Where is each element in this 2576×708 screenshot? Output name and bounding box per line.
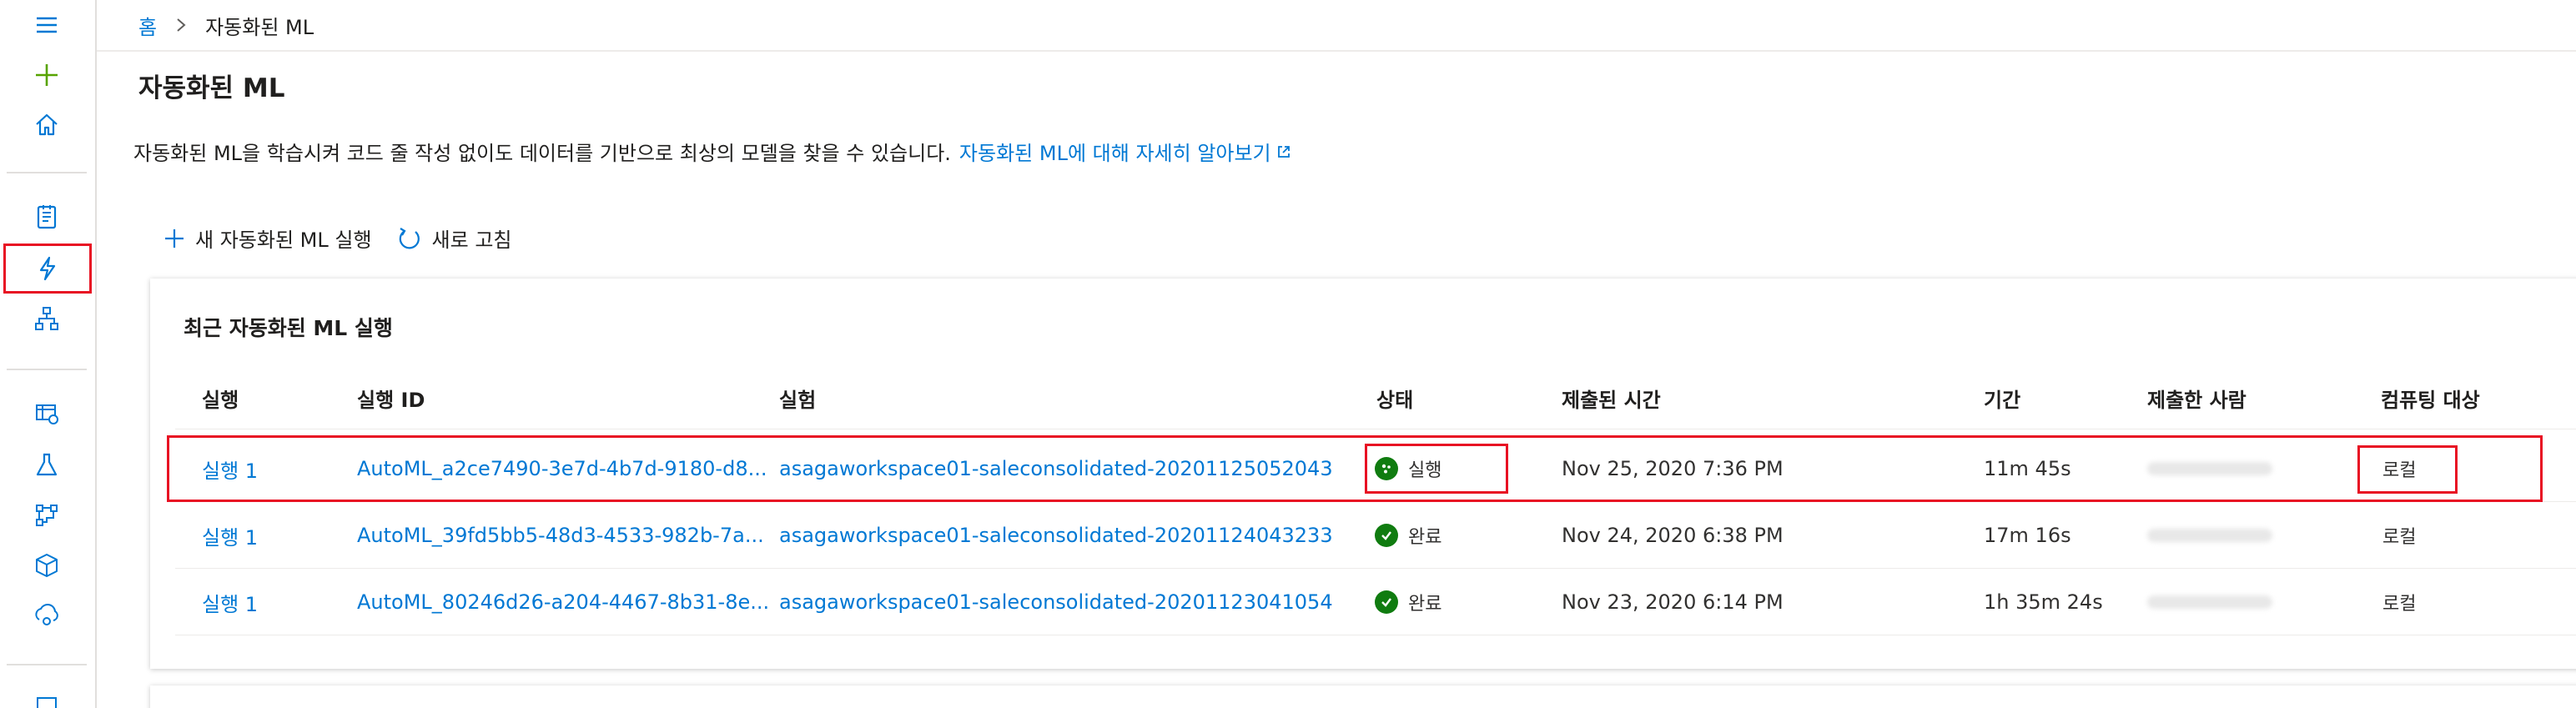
status-label: 완료	[1408, 527, 1442, 548]
column-header-submitted-by[interactable]: 제출한 사람	[2147, 384, 2246, 413]
highlight-box-status	[1365, 444, 1508, 494]
duration: 1h 35m 24s	[1984, 590, 2103, 614]
rail-divider	[7, 664, 87, 665]
breadcrumb: 홈 자동화된 ML	[138, 8, 314, 42]
pipelines-icon[interactable]	[0, 490, 93, 540]
datasets-icon[interactable]	[0, 389, 93, 439]
column-header-duration[interactable]: 기간	[1984, 384, 2020, 413]
chevron-right-icon	[175, 17, 187, 33]
run-id-link[interactable]: AutoML_80246d26-a204-4467-8b31-8e...	[357, 569, 769, 635]
plus-icon	[165, 228, 184, 248]
left-nav-rail	[0, 0, 97, 708]
header-divider	[97, 50, 2576, 52]
table-row: 실행 1 AutoML_39fd5bb5-48d3-4533-982b-7a..…	[150, 502, 2576, 569]
rail-divider	[7, 369, 87, 370]
plus-icon[interactable]	[0, 50, 93, 100]
new-automl-run-button[interactable]: 새 자동화된 ML 실행	[164, 223, 372, 253]
run-name-link[interactable]: 실행 1	[202, 569, 258, 635]
status-badge: 완료	[1375, 589, 1441, 615]
intro-description: 자동화된 ML을 학습시켜 코드 줄 작성 없이도 데이터를 기반으로 최상의 …	[133, 142, 951, 165]
automl-icon[interactable]	[3, 244, 92, 294]
column-header-compute-target[interactable]: 컴퓨팅 대상	[2381, 384, 2480, 413]
submitted-time: Nov 23, 2020 6:14 PM	[1562, 590, 1784, 614]
duration: 17m 16s	[1984, 524, 2071, 547]
column-header-run[interactable]: 실행	[202, 384, 239, 413]
home-icon[interactable]	[0, 100, 93, 150]
redacted-name	[2147, 595, 2272, 609]
status-label: 완료	[1408, 594, 1442, 615]
rail-divider	[7, 172, 87, 173]
toolbar: 새 자동화된 ML 실행 새로 고침	[164, 223, 536, 253]
breadcrumb-home-link[interactable]: 홈	[138, 11, 157, 40]
refresh-icon	[399, 227, 420, 249]
column-header-status[interactable]: 상태	[1376, 384, 1413, 413]
table-row: 실행 1 AutoML_80246d26-a204-4467-8b31-8e..…	[150, 569, 2576, 635]
intro-text: 자동화된 ML을 학습시켜 코드 줄 작성 없이도 데이터를 기반으로 최상의 …	[133, 137, 1291, 166]
status-cell: 완료	[1375, 569, 1441, 635]
compute-icon[interactable]	[0, 682, 93, 708]
column-header-experiment[interactable]: 실험	[779, 384, 816, 413]
highlight-box-compute	[2357, 445, 2458, 494]
learn-more-label[interactable]: 자동화된 ML에 대해 자세히 알아보기	[959, 137, 1271, 166]
column-header-submitted-time[interactable]: 제출된 시간	[1562, 384, 1661, 413]
learn-more-link[interactable]: 자동화된 ML에 대해 자세히 알아보기	[959, 137, 1291, 166]
checkmark-icon	[1375, 590, 1398, 614]
submitted-time: Nov 24, 2020 6:38 PM	[1562, 524, 1784, 547]
experiment-link[interactable]: asagaworkspace01-saleconsolidated-202011…	[779, 569, 1333, 635]
redacted-name	[2147, 529, 2272, 542]
endpoints-icon[interactable]	[0, 590, 93, 640]
run-name-link[interactable]: 실행 1	[202, 502, 258, 569]
submitted-by-redacted	[2147, 569, 2272, 635]
notebook-icon[interactable]	[0, 192, 93, 242]
highlight-box-row	[167, 435, 2543, 502]
designer-icon[interactable]	[0, 294, 93, 344]
status-badge: 완료	[1375, 522, 1441, 549]
card-title: 최근 자동화된 ML 실행	[184, 316, 393, 340]
models-icon[interactable]	[0, 540, 93, 590]
secondary-card	[150, 685, 2576, 708]
external-link-icon	[1277, 145, 1290, 158]
refresh-label[interactable]: 새로 고침	[432, 223, 512, 253]
breadcrumb-current: 자동화된 ML	[205, 15, 314, 39]
page-title: 자동화된 ML	[138, 73, 285, 103]
new-automl-run-label[interactable]: 새 자동화된 ML 실행	[195, 223, 372, 253]
menu-icon[interactable]	[0, 0, 93, 50]
run-id-link[interactable]: AutoML_39fd5bb5-48d3-4533-982b-7a...	[357, 502, 764, 569]
status-cell: 완료	[1375, 502, 1441, 569]
refresh-button[interactable]: 새로 고침	[397, 223, 512, 253]
experiments-icon[interactable]	[0, 440, 93, 490]
submitted-by-redacted	[2147, 502, 2272, 569]
compute-target: 로컬	[2382, 594, 2417, 615]
experiment-link[interactable]: asagaworkspace01-saleconsolidated-202011…	[779, 502, 1333, 569]
compute-target: 로컬	[2382, 527, 2417, 548]
recent-runs-card: 최근 자동화된 ML 실행 실행 실행 ID 실험 상태 제출된 시간 기간 제…	[150, 279, 2576, 669]
column-header-run-id[interactable]: 실행 ID	[357, 384, 425, 413]
checkmark-icon	[1375, 524, 1398, 547]
